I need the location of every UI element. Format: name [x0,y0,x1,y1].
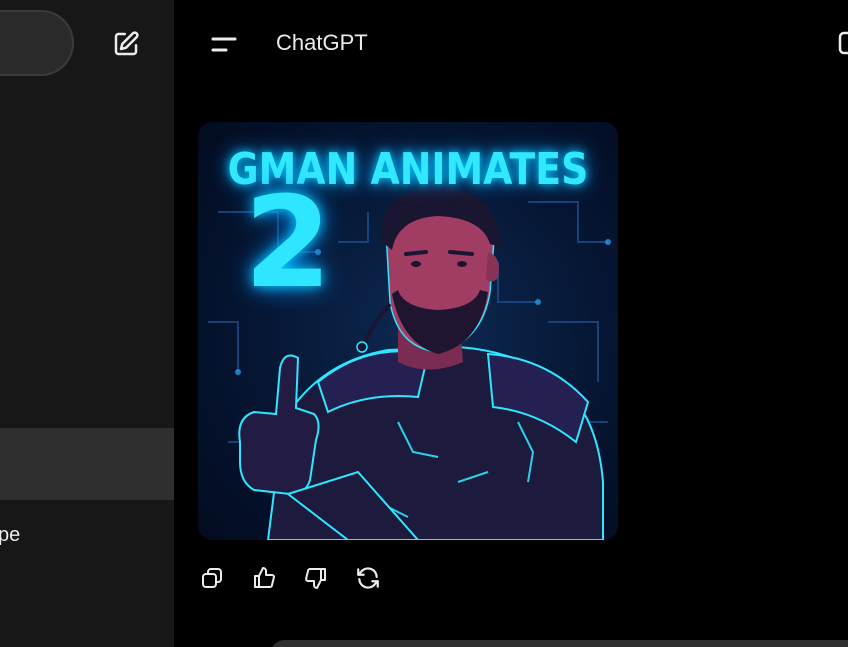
image-number: 2 [244,169,332,316]
new-chat-button[interactable] [106,24,146,64]
sidebar-item-chat[interactable]: pe [0,524,20,547]
sidebar-search-pill[interactable] [0,10,74,76]
edit-icon [114,31,139,56]
regenerate-icon [357,567,379,589]
message-actions [198,562,382,594]
thumbs-up-icon [254,567,275,588]
copy-icon [202,568,222,588]
good-response-button[interactable] [250,562,278,594]
header-edit-button[interactable] [836,28,848,58]
edit-icon [838,31,848,55]
page-title[interactable]: ChatGPT [276,30,368,56]
menu-icon [211,37,237,52]
app-root: pe ChatGPT GMAN ANIMATES 2 [0,0,848,647]
copy-button[interactable] [198,562,226,594]
message-composer[interactable] [270,640,848,647]
sidebar: pe [0,0,174,647]
regenerate-button[interactable] [354,562,382,594]
menu-button[interactable] [204,25,244,65]
generated-image[interactable]: GMAN ANIMATES 2 [198,122,618,540]
sidebar-item-selected[interactable] [0,428,174,500]
bad-response-button[interactable] [302,562,330,594]
thumbs-down-icon [305,568,326,589]
